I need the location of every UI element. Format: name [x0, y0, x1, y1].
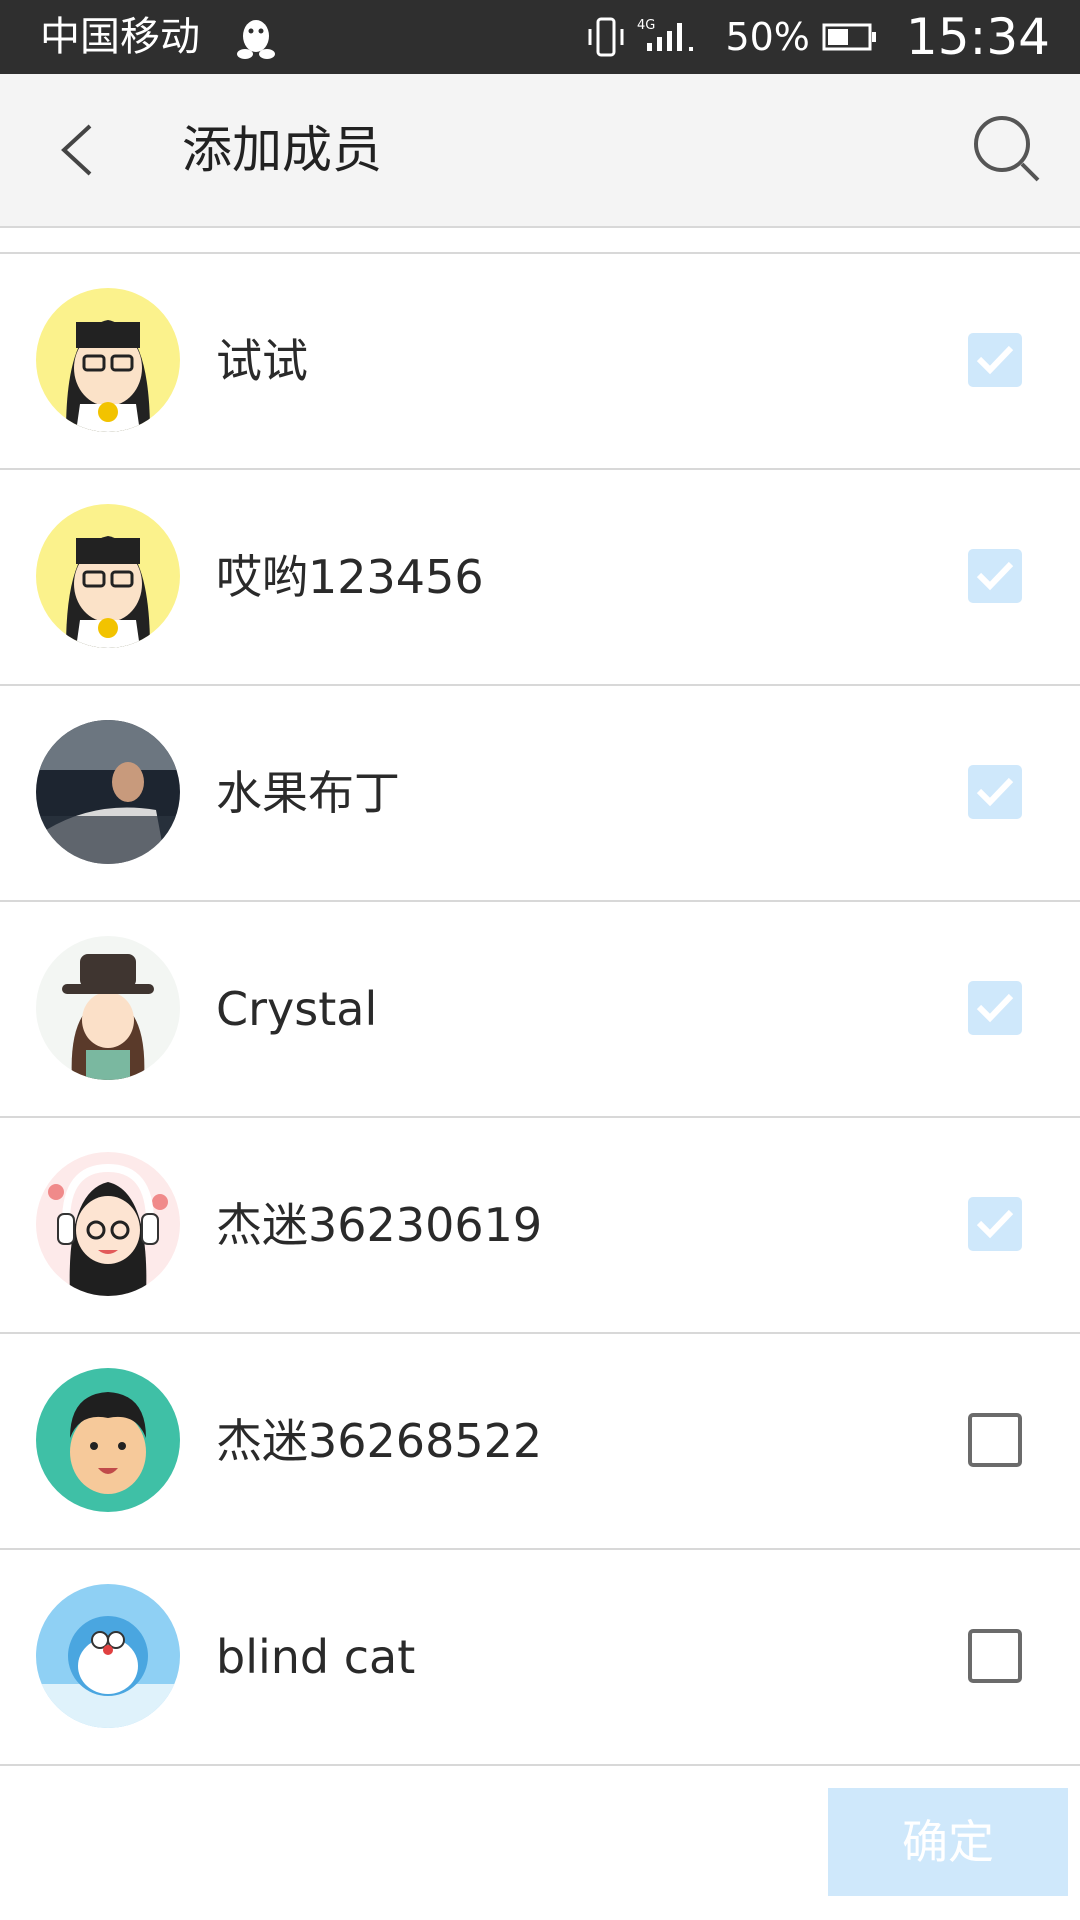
- checkbox-checked[interactable]: [968, 765, 1022, 819]
- member-name: blind cat: [216, 1630, 416, 1684]
- member-name: Crystal: [216, 982, 378, 1036]
- svg-text:4G: 4G: [637, 18, 655, 33]
- vibrate-icon: [588, 17, 624, 57]
- avatar: [36, 504, 180, 648]
- member-row[interactable]: 杰迷36230619: [0, 1118, 1080, 1334]
- checkbox-unchecked[interactable]: [968, 1629, 1022, 1683]
- member-list: 试试哎哟123456 水果布丁 Crystal 杰迷36230619 杰迷3626852…: [0, 252, 1080, 1766]
- member-row[interactable]: Crystal: [0, 902, 1080, 1118]
- checkbox-checked[interactable]: [968, 333, 1022, 387]
- member-name: 试试: [216, 334, 308, 388]
- clock: 15:34: [905, 8, 1050, 66]
- chevron-left-icon[interactable]: [50, 118, 110, 182]
- carrier-label: 中国移动: [40, 14, 200, 60]
- member-name: 杰迷36268522: [216, 1414, 543, 1468]
- member-row[interactable]: 哎哟123456: [0, 470, 1080, 686]
- member-row[interactable]: blind cat: [0, 1550, 1080, 1766]
- checkbox-checked[interactable]: [968, 1197, 1022, 1251]
- member-name: 哎哟123456: [216, 550, 484, 604]
- avatar: [36, 288, 180, 432]
- page-title: 添加成员: [182, 121, 382, 179]
- member-row[interactable]: 杰迷36268522: [0, 1334, 1080, 1550]
- search-icon[interactable]: [970, 112, 1046, 188]
- battery-percent: 50%: [725, 15, 810, 59]
- member-name: 水果布丁: [216, 766, 400, 820]
- signal-icon: 4G: [637, 18, 694, 51]
- status-bar: 中国移动 4G 50% 15:34: [0, 0, 1080, 74]
- member-row[interactable]: 试试: [0, 254, 1080, 470]
- checkmark-icon: [976, 345, 1014, 375]
- avatar: [36, 720, 180, 864]
- avatar: [36, 1584, 180, 1728]
- checkbox-unchecked[interactable]: [968, 1413, 1022, 1467]
- member-row[interactable]: 水果布丁: [0, 686, 1080, 902]
- avatar: [36, 1152, 180, 1296]
- checkmark-icon: [976, 1209, 1014, 1239]
- avatar: [36, 936, 180, 1080]
- member-name: 杰迷36230619: [216, 1198, 543, 1252]
- checkmark-icon: [976, 777, 1014, 807]
- battery-icon: [822, 23, 876, 51]
- checkmark-icon: [976, 993, 1014, 1023]
- checkmark-icon: [976, 561, 1014, 591]
- app-header: 添加成员: [0, 74, 1080, 228]
- avatar: [36, 1368, 180, 1512]
- confirm-button[interactable]: 确定: [828, 1788, 1068, 1896]
- checkbox-checked[interactable]: [968, 981, 1022, 1035]
- qq-penguin-icon: [237, 20, 275, 59]
- checkbox-checked[interactable]: [968, 549, 1022, 603]
